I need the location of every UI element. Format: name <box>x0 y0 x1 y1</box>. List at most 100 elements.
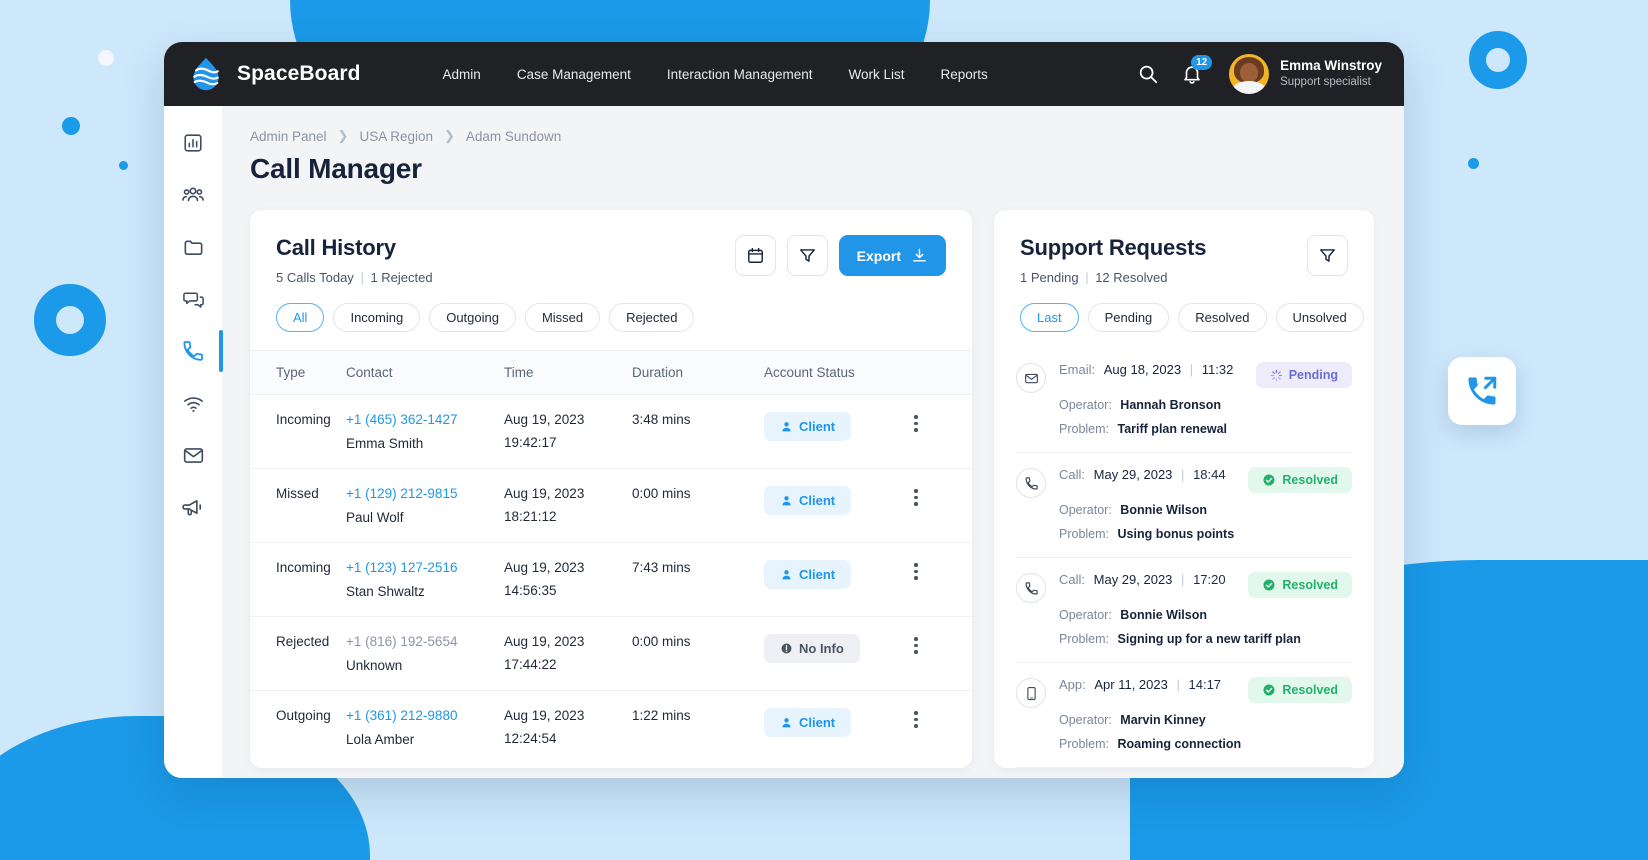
status-badge-label: Resolved <box>1282 473 1338 487</box>
notifications-button[interactable]: 12 <box>1181 55 1213 85</box>
person-icon <box>782 570 791 580</box>
request-time: 14:17 <box>1188 677 1222 692</box>
phone-icon <box>1025 476 1038 490</box>
column-header-duration: Duration <box>632 350 764 395</box>
call-time: 17:44:22 <box>504 657 557 672</box>
cell-status: Client <box>764 691 914 765</box>
row-menu-button[interactable] <box>914 486 972 506</box>
cell-contact: +1 (123) 127-2516 Stan Shwaltz <box>346 542 504 617</box>
cell-actions <box>914 542 972 617</box>
spinner-icon <box>1270 369 1282 381</box>
brand-name: SpaceBoard <box>237 62 361 85</box>
filter-button[interactable] <box>786 235 828 276</box>
breadcrumb-item-adam-sundown[interactable]: Adam Sundown <box>466 129 561 144</box>
sidebar-item-folder[interactable] <box>180 234 206 260</box>
breadcrumb: Admin Panel ❯ USA Region ❯ Adam Sundown <box>250 128 1374 144</box>
call-time: 19:42:17 <box>504 435 557 450</box>
phone-link[interactable]: +1 (465) 362-1427 <box>346 412 504 427</box>
sidebar-item-calls[interactable] <box>180 330 223 372</box>
phone-link[interactable]: +1 (361) 212-9880 <box>346 708 504 723</box>
cell-type: Rejected <box>250 616 346 691</box>
filter-chip-outgoing[interactable]: Outgoing <box>429 303 516 332</box>
floating-outgoing-call-card[interactable] <box>1448 357 1516 425</box>
operator-label: Operator: <box>1059 398 1112 412</box>
sidebar-item-users[interactable] <box>180 182 206 208</box>
problem-text: Roaming connection <box>1117 737 1242 751</box>
user-profile-button[interactable]: Emma Winstroy Support specialist <box>1229 54 1382 94</box>
left-sidebar <box>164 106 223 778</box>
cell-type: Incoming <box>250 542 346 617</box>
cell-status: Client <box>764 394 914 469</box>
status-badge-label: Client <box>799 493 836 508</box>
request-body: Call: May 29, 2023 | 17:20 Resolved Oper… <box>1059 572 1352 646</box>
phone-link[interactable]: +1 (129) 212-9815 <box>346 486 504 501</box>
list-item[interactable]: Call: May 29, 2023 | 18:44 Resolved Oper… <box>1016 453 1352 558</box>
call-history-filter-chips: All Incoming Outgoing Missed Rejected <box>250 303 972 332</box>
support-chip-last[interactable]: Last <box>1020 303 1079 332</box>
panels-row: Call History 5 Calls Today | 1 Rejected <box>250 210 1374 768</box>
request-operator-line: Operator: Hannah Bronson <box>1059 398 1352 412</box>
search-button[interactable] <box>1137 63 1159 85</box>
sidebar-item-chat[interactable] <box>180 286 206 312</box>
filter-chip-missed[interactable]: Missed <box>524 303 601 332</box>
check-circle-icon <box>1263 474 1275 486</box>
row-menu-button[interactable] <box>914 560 972 580</box>
info-icon <box>781 643 792 654</box>
list-item[interactable]: App: Apr 11, 2023 | 14:17 Resolved Opera… <box>1016 663 1352 768</box>
wifi-icon <box>183 396 203 412</box>
contact-name: Unknown <box>346 658 403 673</box>
brand-logo-group[interactable]: SpaceBoard <box>188 56 361 92</box>
row-menu-button[interactable] <box>914 634 972 654</box>
calendar-button[interactable] <box>734 235 776 276</box>
cell-status: No Info <box>764 616 914 691</box>
request-channel-icon-wrap <box>1016 468 1046 498</box>
operator-name: Marvin Kinney <box>1120 713 1206 727</box>
request-problem-line: Problem: Roaming connection <box>1059 737 1352 751</box>
list-item[interactable]: Email: Aug 18, 2023 | 11:32 Pending Oper… <box>1016 348 1352 453</box>
phone-link[interactable]: +1 (123) 127-2516 <box>346 560 504 575</box>
pending-count: 1 Pending <box>1020 270 1079 285</box>
request-channel-line: Email: Aug 18, 2023 | 11:32 <box>1059 362 1233 377</box>
nav-item-reports[interactable]: Reports <box>941 67 988 82</box>
problem-text: Tariff plan renewal <box>1117 422 1228 436</box>
support-filter-button[interactable] <box>1307 235 1348 276</box>
sidebar-item-analytics[interactable] <box>180 130 206 156</box>
subtitle-separator: | <box>1085 270 1089 285</box>
request-channel-line: Call: May 29, 2023 | 17:20 <box>1059 572 1226 587</box>
cell-actions <box>914 691 972 765</box>
breadcrumb-item-admin-panel[interactable]: Admin Panel <box>250 129 327 144</box>
sidebar-item-network[interactable] <box>180 390 206 416</box>
table-body: Incoming +1 (465) 362-1427 Emma Smith Au… <box>250 394 972 765</box>
column-header-time: Time <box>504 350 632 395</box>
row-menu-button[interactable] <box>914 708 972 728</box>
nav-item-work-list[interactable]: Work List <box>848 67 904 82</box>
support-chip-unsolved[interactable]: Unsolved <box>1275 303 1364 332</box>
support-chip-resolved[interactable]: Resolved <box>1178 303 1267 332</box>
nav-item-interaction-management[interactable]: Interaction Management <box>667 67 813 82</box>
breadcrumb-item-usa-region[interactable]: USA Region <box>359 129 433 144</box>
support-chip-pending[interactable]: Pending <box>1087 303 1170 332</box>
table-header: Type Contact Time Duration Account Statu… <box>250 350 972 395</box>
row-menu-button[interactable] <box>914 412 972 432</box>
nav-item-admin[interactable]: Admin <box>443 67 481 82</box>
request-time: 17:20 <box>1193 572 1226 587</box>
nav-item-case-management[interactable]: Case Management <box>517 67 631 82</box>
chevron-right-icon: ❯ <box>337 128 349 143</box>
support-requests-actions <box>1307 235 1348 276</box>
sidebar-item-announcements[interactable] <box>180 494 206 520</box>
status-badge-label: Pending <box>1288 368 1338 382</box>
users-icon <box>182 187 204 202</box>
status-badge: Client <box>764 486 852 515</box>
export-button[interactable]: Export <box>838 235 946 276</box>
filter-chip-incoming[interactable]: Incoming <box>333 303 421 332</box>
status-badge: No Info <box>764 634 860 663</box>
request-channel-icon-wrap <box>1016 678 1046 708</box>
request-date: May 29, 2023 <box>1093 467 1173 482</box>
status-badge: Client <box>764 560 852 589</box>
list-item[interactable]: Call: May 29, 2023 | 17:20 Resolved Oper… <box>1016 558 1352 663</box>
status-badge: Resolved <box>1248 572 1352 598</box>
filter-chip-all[interactable]: All <box>276 303 325 332</box>
sidebar-item-mail[interactable] <box>180 442 206 468</box>
spaceboard-logo-icon <box>193 57 219 91</box>
filter-chip-rejected[interactable]: Rejected <box>609 303 695 332</box>
